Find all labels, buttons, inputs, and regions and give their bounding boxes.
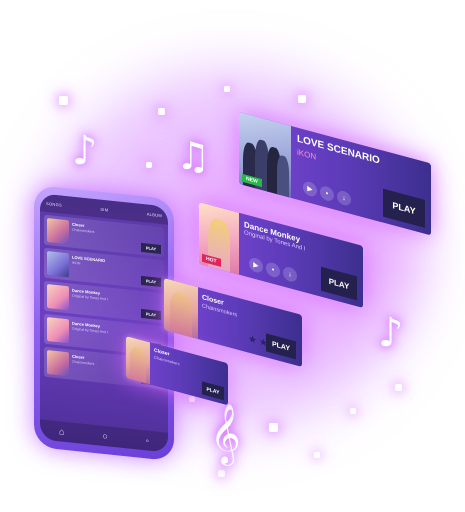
card-controls: ▶ • ↓ (249, 256, 297, 284)
sparkle-square (314, 452, 320, 458)
phone-bottom-nav: ⌂ ○ ◦ (40, 419, 168, 453)
sparkle-square (218, 470, 225, 477)
song-artist: Original by Tones And I (72, 293, 108, 302)
sparkle-square (59, 96, 68, 105)
song-thumbnail (47, 350, 69, 377)
play-icon[interactable]: ▶ (249, 256, 263, 275)
settings-icon[interactable]: ◦ (146, 435, 149, 445)
song-artist: iKON (72, 260, 81, 266)
sparkle-square (298, 95, 306, 103)
song-card[interactable]: HOT Dance Monkey Original by Tones And I… (199, 202, 363, 308)
song-thumbnail (47, 284, 69, 311)
sparkle-square (395, 384, 402, 391)
promo-scene: ♪ ♫ ♪ 𝄞 SONGS SIM ALBUM Closer Chainsmok… (0, 0, 465, 512)
tab-sim[interactable]: SIM (100, 206, 108, 212)
album-cover (239, 112, 291, 198)
more-icon[interactable]: • (266, 260, 280, 279)
play-button[interactable]: PLAY (141, 242, 161, 254)
play-icon[interactable]: ▶ (303, 180, 317, 198)
song-artist: Original by Tones And I (72, 326, 108, 335)
play-button[interactable]: PLAY (141, 275, 161, 287)
song-card[interactable]: NEW LOVE SCENARIO iKON ▶ • ↓ PLAY (239, 112, 431, 236)
music-note-icon: ♪ (378, 310, 404, 356)
song-thumbnail (47, 251, 69, 278)
band-member-figure (277, 154, 289, 198)
album-cover (126, 336, 150, 385)
sparkle-square (224, 86, 230, 92)
home-icon[interactable]: ⌂ (59, 426, 64, 437)
search-icon[interactable]: ○ (102, 431, 107, 442)
play-button[interactable]: PLAY (266, 333, 296, 360)
play-button[interactable]: PLAY (383, 188, 425, 228)
song-artist: iKON (297, 147, 317, 162)
sparkle-square (146, 162, 152, 168)
song-artist: Chainsmokers (72, 359, 95, 366)
sparkle-square (269, 423, 278, 432)
sparkle-square (350, 408, 356, 414)
treble-clef-icon: 𝄞 (210, 404, 241, 464)
beamed-notes-icon: ♫ (176, 134, 211, 178)
more-icon[interactable]: • (320, 184, 334, 203)
sparkle-square (189, 396, 195, 402)
play-button[interactable]: PLAY (141, 308, 161, 320)
music-note-icon: ♪ (72, 128, 98, 174)
phone-mockup: SONGS SIM ALBUM Closer Chainsmokers PLAY… (34, 184, 174, 462)
star-icon: ★ (248, 333, 257, 347)
play-button[interactable]: PLAY (202, 381, 224, 401)
artwork-figure (130, 345, 146, 384)
tab-album[interactable]: ALBUM (147, 211, 162, 218)
artwork-figure (170, 289, 192, 338)
song-thumbnail (47, 218, 69, 245)
tab-songs[interactable]: SONGS (46, 200, 62, 207)
download-icon[interactable]: ↓ (283, 265, 297, 284)
download-icon[interactable]: ↓ (337, 189, 351, 208)
album-cover (164, 278, 198, 340)
sparkle-square (158, 108, 165, 115)
song-thumbnail (47, 317, 69, 344)
card-controls: ▶ • ↓ (303, 180, 351, 208)
play-button[interactable]: PLAY (321, 266, 357, 301)
phone-screen: SONGS SIM ALBUM Closer Chainsmokers PLAY… (40, 193, 168, 453)
song-artist: Chainsmokers (72, 227, 95, 234)
